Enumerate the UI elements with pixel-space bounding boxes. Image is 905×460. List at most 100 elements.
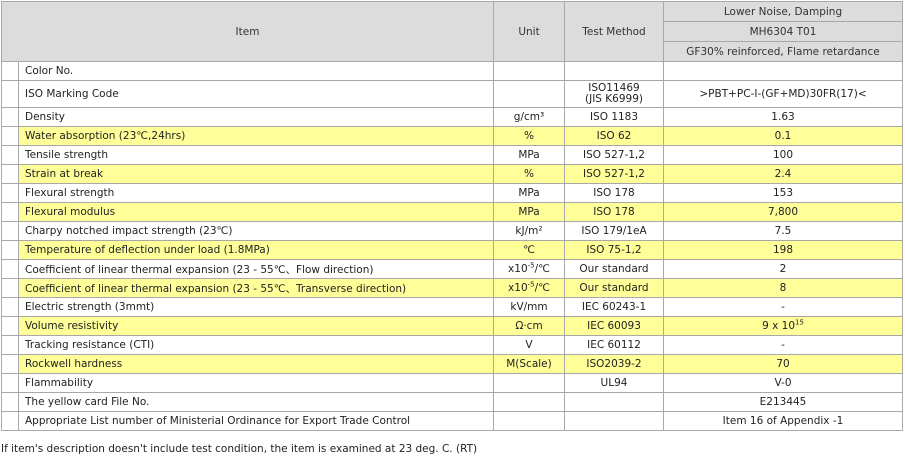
row-value: 2.4 [663,164,903,184]
row-unit: Ω·cm [493,316,565,336]
method-stack: ISO11469 (JIS K6999) [585,83,643,105]
row-value: 1.63 [663,107,903,127]
row-test-method [564,411,664,431]
row-test-method: ISO 527-1,2 [564,164,664,184]
row-value: 9 x 1015 [663,316,903,336]
row-value: Item 16 of Appendix -1 [663,411,903,431]
row-item: Appropriate List number of Ministerial O… [18,411,494,431]
table-row: Rockwell hardness M(Scale) ISO2039-2 70 [1,354,903,374]
table-row: Appropriate List number of Ministerial O… [1,411,903,431]
table-header: Item Unit Test Method Lower Noise, Dampi… [1,1,903,62]
row-value: 100 [663,145,903,165]
unit-exponent: -5 [527,280,535,289]
table-row: Water absorption (23℃,24hrs)% ISO 62 0.1 [1,126,903,146]
row-unit: % [493,126,565,146]
footnote: If item's description doesn't include te… [1,443,478,455]
table-row: Volume resistivity Ω·cm IEC 60093 9 x 1015 [1,316,903,336]
row-test-method: ISO 527-1,2 [564,145,664,165]
row-test-method: Our standard [564,259,664,279]
row-indent [1,221,19,241]
row-unit: x10-5/℃ [493,259,565,279]
header-grade-line1: Lower Noise, Damping [663,1,903,22]
row-unit: MPa [493,202,565,222]
row-item: Electric strength (3mmt) [18,297,494,317]
row-unit: g/cm³ [493,107,565,127]
row-test-method [564,61,664,81]
row-test-method: ISO 75-1,2 [564,240,664,260]
row-test-method: ISO 179/1eA [564,221,664,241]
table-row: Tracking resistance (CTI) V IEC 60112- [1,335,903,355]
table-row: Strain at break% ISO 527-1,2 2.4 [1,164,903,184]
method-line2: (JIS K6999) [585,93,643,105]
row-item: Rockwell hardness [18,354,494,374]
row-indent [1,392,19,412]
row-unit: % [493,164,565,184]
table-row: Color No. [1,61,903,81]
row-item: Tracking resistance (CTI) [18,335,494,355]
row-test-method: ISO 1183 [564,107,664,127]
table-row: ISO Marking Code ISO11469 (JIS K6999) >PBT+… [1,80,903,108]
header-test-method: Test Method [564,1,664,62]
table-row: Flexural strength MPa ISO 178 153 [1,183,903,203]
row-item: Charpy notched impact strength (23℃) [18,221,494,241]
row-value: V-0 [663,373,903,393]
row-value [663,61,903,81]
row-test-method: ISO2039-2 [564,354,664,374]
row-test-method: ISO 178 [564,183,664,203]
row-unit [493,392,565,412]
unit-tail: /℃ [534,282,550,294]
row-test-method: ISO 62 [564,126,664,146]
row-item: Volume resistivity [18,316,494,336]
row-indent [1,297,19,317]
unit-base: x10 [508,263,528,275]
table-body: Color No. ISO Marking Code ISO11469 (JIS K6… [1,61,903,431]
row-unit: M(Scale) [493,354,565,374]
row-unit: kJ/m² [493,221,565,241]
row-unit: MPa [493,183,565,203]
row-unit [493,411,565,431]
row-indent [1,80,19,108]
header-unit: Unit [493,1,565,62]
row-value: 70 [663,354,903,374]
table-row: Flammability UL94 V-0 [1,373,903,393]
row-indent [1,164,19,184]
row-indent [1,335,19,355]
header-grade-line2: MH6304 T01 [663,21,903,42]
table-row: Coefficient of linear thermal expansion … [1,278,903,298]
row-item: Flammability [18,373,494,393]
row-value: 7.5 [663,221,903,241]
unit-base: x10 [508,282,528,294]
row-test-method: IEC 60112 [564,335,664,355]
value-base: 9 x 10 [762,320,795,332]
row-value: 0.1 [663,126,903,146]
value-exponent: 15 [795,318,804,327]
row-indent [1,259,19,279]
row-indent [1,240,19,260]
header-item: Item [1,1,494,62]
row-indent [1,126,19,146]
header-grade-line3: GF30% reinforced, Flame retardance [663,41,903,62]
table-row: Density g/cm³ ISO 1183 1.63 [1,107,903,127]
row-indent [1,354,19,374]
row-item: Color No. [18,61,494,81]
row-test-method: Our standard [564,278,664,298]
row-unit: V [493,335,565,355]
row-value: 153 [663,183,903,203]
row-value: 8 [663,278,903,298]
row-unit: ℃ [493,240,565,260]
row-test-method [564,392,664,412]
row-indent [1,61,19,81]
row-indent [1,202,19,222]
row-value: >PBT+PC-I-(GF+MD)30FR(17)< [663,80,903,108]
row-test-method: IEC 60243-1 [564,297,664,317]
table-row: Charpy notched impact strength (23℃) kJ/m… [1,221,903,241]
row-value: 198 [663,240,903,260]
row-indent [1,145,19,165]
row-unit: MPa [493,145,565,165]
row-unit [493,373,565,393]
row-item: Flexural modulus [18,202,494,222]
row-indent [1,373,19,393]
row-item: Density [18,107,494,127]
row-item: Strain at break [18,164,494,184]
row-item: Water absorption (23℃,24hrs) [18,126,494,146]
